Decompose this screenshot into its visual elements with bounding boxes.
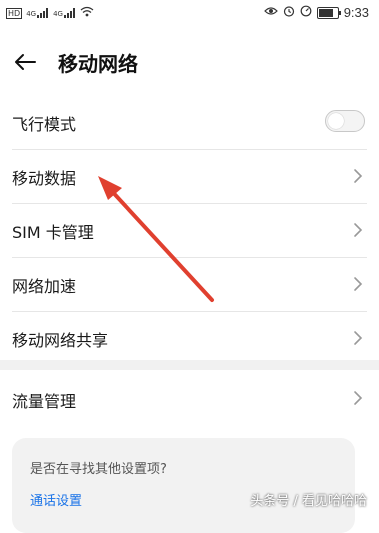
- mobile-data-label: 移动数据: [12, 169, 77, 188]
- airplane-mode-toggle[interactable]: [325, 110, 365, 132]
- airplane-mode-label: 飞行模式: [12, 115, 77, 134]
- chevron-right-icon: [354, 169, 363, 183]
- toggle-knob: [328, 113, 344, 129]
- signal-4g-icon-2: 4G: [53, 8, 76, 18]
- tethering-label: 移动网络共享: [12, 331, 109, 350]
- chevron-right-icon: [354, 331, 363, 345]
- chevron-right-icon: [354, 223, 363, 237]
- tethering-row[interactable]: 移动网络共享: [12, 312, 367, 365]
- eye-comfort-icon: [263, 6, 278, 19]
- suggestion-card: 是否在寻找其他设置项? 通话设置: [12, 438, 355, 533]
- back-arrow-icon: [15, 54, 36, 70]
- hd-icon: HD: [6, 7, 23, 19]
- battery-icon: [316, 6, 341, 19]
- signal-4g-icon: 4G: [26, 8, 49, 18]
- chevron-right-icon: [354, 277, 363, 291]
- mobile-data-row[interactable]: 移动数据: [12, 150, 367, 204]
- status-bar: HD 4G 4G 9:33: [0, 0, 379, 28]
- sim-management-row[interactable]: SIM 卡管理: [12, 204, 367, 258]
- data-usage-label: 流量管理: [12, 392, 77, 411]
- network-acceleration-label: 网络加速: [12, 277, 77, 296]
- settings-list-2: 流量管理: [0, 370, 379, 424]
- wifi-icon: [80, 6, 94, 20]
- airplane-mode-row[interactable]: 飞行模式: [12, 96, 367, 150]
- network-acceleration-row[interactable]: 网络加速: [12, 258, 367, 312]
- data-usage-row[interactable]: 流量管理: [12, 370, 367, 424]
- status-left: HD 4G 4G: [6, 6, 94, 20]
- settings-list: 飞行模式 移动数据 SIM 卡管理 网络加速 移动网络共享: [0, 96, 379, 365]
- call-settings-link[interactable]: 通话设置: [30, 490, 82, 509]
- watermark: 头条号 / 看见哈哈哈: [250, 494, 367, 509]
- alarm-icon: [283, 5, 295, 20]
- header: 移动网络: [0, 40, 379, 84]
- speed-icon: [300, 5, 312, 20]
- status-right: 9:33: [263, 5, 369, 20]
- status-time: 9:33: [343, 5, 369, 20]
- back-button[interactable]: [10, 47, 40, 77]
- sim-management-label: SIM 卡管理: [12, 223, 94, 242]
- section-divider: [0, 360, 379, 370]
- page-title: 移动网络: [58, 52, 138, 76]
- chevron-right-icon: [354, 391, 363, 405]
- suggestion-question: 是否在寻找其他设置项?: [30, 462, 167, 477]
